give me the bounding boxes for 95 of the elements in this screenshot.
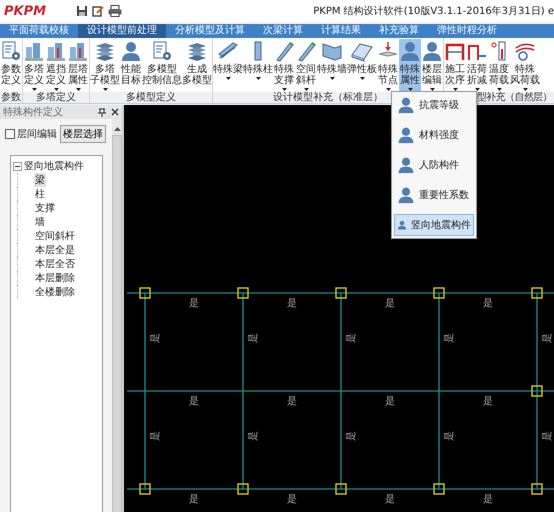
floor-select-button[interactable]: 楼层选择 xyxy=(60,125,106,143)
column-label: 是 xyxy=(346,431,357,441)
print-icon[interactable] xyxy=(108,5,122,17)
menu-item[interactable]: 重要性系数 xyxy=(394,184,474,206)
group-label: 多塔定义 xyxy=(23,92,89,103)
collapse-icon[interactable] xyxy=(13,162,22,170)
ribbon-button[interactable]: 特殊梁 xyxy=(213,39,243,92)
ribbon-button[interactable]: 特殊 节点 xyxy=(377,39,399,92)
group-label: 参数 xyxy=(0,92,22,103)
ribbon-button[interactable]: 生成 多模型 xyxy=(182,39,212,92)
menu-item[interactable]: 人防构件 xyxy=(394,154,474,176)
beam-label: 是 xyxy=(287,396,297,407)
person-icon xyxy=(397,186,415,204)
ribbon-button[interactable]: 多塔 定义 xyxy=(23,39,45,92)
tree-item[interactable]: 全楼删除 xyxy=(34,285,76,299)
stack-icon xyxy=(186,40,208,62)
ribbon-button[interactable]: 温度 荷载 xyxy=(488,39,510,92)
column-label: 是 xyxy=(248,333,259,343)
person-icon xyxy=(397,96,415,114)
ribbon-button[interactable]: 特殊墙 xyxy=(317,39,347,92)
beam-label: 是 xyxy=(483,396,493,407)
checkbox-label: 层间编辑 xyxy=(17,128,57,141)
tree-item[interactable]: 支撑 xyxy=(34,201,56,215)
column-label: 是 xyxy=(542,333,553,343)
person-icon xyxy=(421,40,443,62)
tree-item[interactable]: 墙 xyxy=(34,215,46,229)
edit-icon[interactable] xyxy=(92,5,104,17)
ribbon-button[interactable]: 特殊 属性 xyxy=(399,39,421,92)
ribbon-button[interactable]: 空间 斜杆 xyxy=(295,39,317,92)
brace-icon xyxy=(295,40,317,62)
ribbon-button[interactable]: 多模型 控制信息 xyxy=(142,39,182,92)
window-title: PKPM 结构设计软件(10版V3.1.1-2016年3月31日) e xyxy=(313,4,554,18)
app-logo: PKPM xyxy=(4,4,46,18)
towers-icon xyxy=(45,40,67,62)
ribbon-tab[interactable]: 弹性时程分析 xyxy=(428,24,506,38)
tree-item[interactable]: 空间斜杆 xyxy=(34,229,76,243)
column-label: 是 xyxy=(150,333,161,343)
tree-item[interactable]: 本层全是 xyxy=(34,243,76,257)
beam-label: 是 xyxy=(385,396,395,407)
beam-label: 是 xyxy=(189,298,199,309)
person-icon xyxy=(397,156,415,174)
beam-label: 是 xyxy=(385,298,395,309)
save-icon[interactable] xyxy=(76,5,88,17)
column-label: 是 xyxy=(444,431,455,441)
close-icon[interactable] xyxy=(111,108,119,116)
scroll-up-icon[interactable] xyxy=(114,127,120,131)
towers-icon xyxy=(23,40,45,62)
ribbon-tab[interactable]: 分析模型及计算 xyxy=(166,24,254,38)
panel-title: 特殊构件定义 xyxy=(3,106,63,119)
ribbon-button[interactable]: 特殊柱 xyxy=(243,39,273,92)
person-icon xyxy=(397,126,415,144)
checkbox[interactable] xyxy=(5,129,15,139)
tree-item[interactable]: 梁 xyxy=(34,173,46,187)
tree-item[interactable]: 柱 xyxy=(34,187,46,201)
beam-label: 是 xyxy=(483,298,493,309)
tree-item[interactable]: 本层全否 xyxy=(34,257,76,271)
ribbon-tab[interactable]: 补充验算 xyxy=(370,24,428,38)
ribbon-button[interactable]: 性能 目标 xyxy=(120,39,142,92)
column-label: 是 xyxy=(150,431,161,441)
column-label: 是 xyxy=(248,431,259,441)
ribbon-button[interactable]: 遮挡 定义 xyxy=(45,39,67,92)
column-label: 是 xyxy=(444,333,455,343)
beam-label: 是 xyxy=(287,298,297,309)
ribbon-tab[interactable]: 次梁计算 xyxy=(254,24,312,38)
group-label: 多模型定义 xyxy=(90,92,212,103)
ribbon-button[interactable]: 弹性板 xyxy=(347,39,377,92)
menu-item[interactable]: 材料强度 xyxy=(394,124,474,146)
ribbon-button[interactable]: 参数 定义 xyxy=(0,39,22,92)
tree-item[interactable]: 本层删除 xyxy=(34,271,76,285)
ribbon-button[interactable]: 多塔 子模型 xyxy=(90,39,120,92)
tree-item[interactable]: 竖向地震构件 xyxy=(24,159,84,173)
ribbon-button[interactable]: 活荷 折减 xyxy=(466,39,488,92)
ribbon-tab[interactable]: 计算结果 xyxy=(312,24,370,38)
brace-icon xyxy=(273,40,295,62)
stack-icon xyxy=(94,40,116,62)
ribbon-tab[interactable]: 设计模型前处理 xyxy=(78,24,166,38)
ribbon-tab[interactable]: 平面荷载校核 xyxy=(0,24,78,38)
towers-icon xyxy=(67,40,89,62)
ribbon-button[interactable]: 施工 次序 xyxy=(444,39,466,92)
beam-label: 是 xyxy=(287,494,297,505)
column-label: 是 xyxy=(346,333,357,343)
menu-item[interactable]: 竖向地震构件 xyxy=(394,214,474,236)
pin-icon[interactable] xyxy=(98,108,106,116)
ribbon-button[interactable]: 层塔 属性 xyxy=(67,39,89,92)
person-icon xyxy=(120,40,142,62)
person-icon xyxy=(399,40,421,62)
beam-label: 是 xyxy=(189,494,199,505)
scrollbar[interactable] xyxy=(112,119,122,512)
ribbon-button[interactable]: 特殊 支撑 xyxy=(273,39,295,92)
beam-label: 是 xyxy=(483,494,493,505)
beam-label: 是 xyxy=(385,494,395,505)
column-label: 是 xyxy=(542,431,553,441)
ribbon-button[interactable]: 特殊 风荷载 xyxy=(510,39,540,92)
beam-label: 是 xyxy=(189,396,199,407)
ribbon-button[interactable]: 楼层 编辑 xyxy=(421,39,443,92)
